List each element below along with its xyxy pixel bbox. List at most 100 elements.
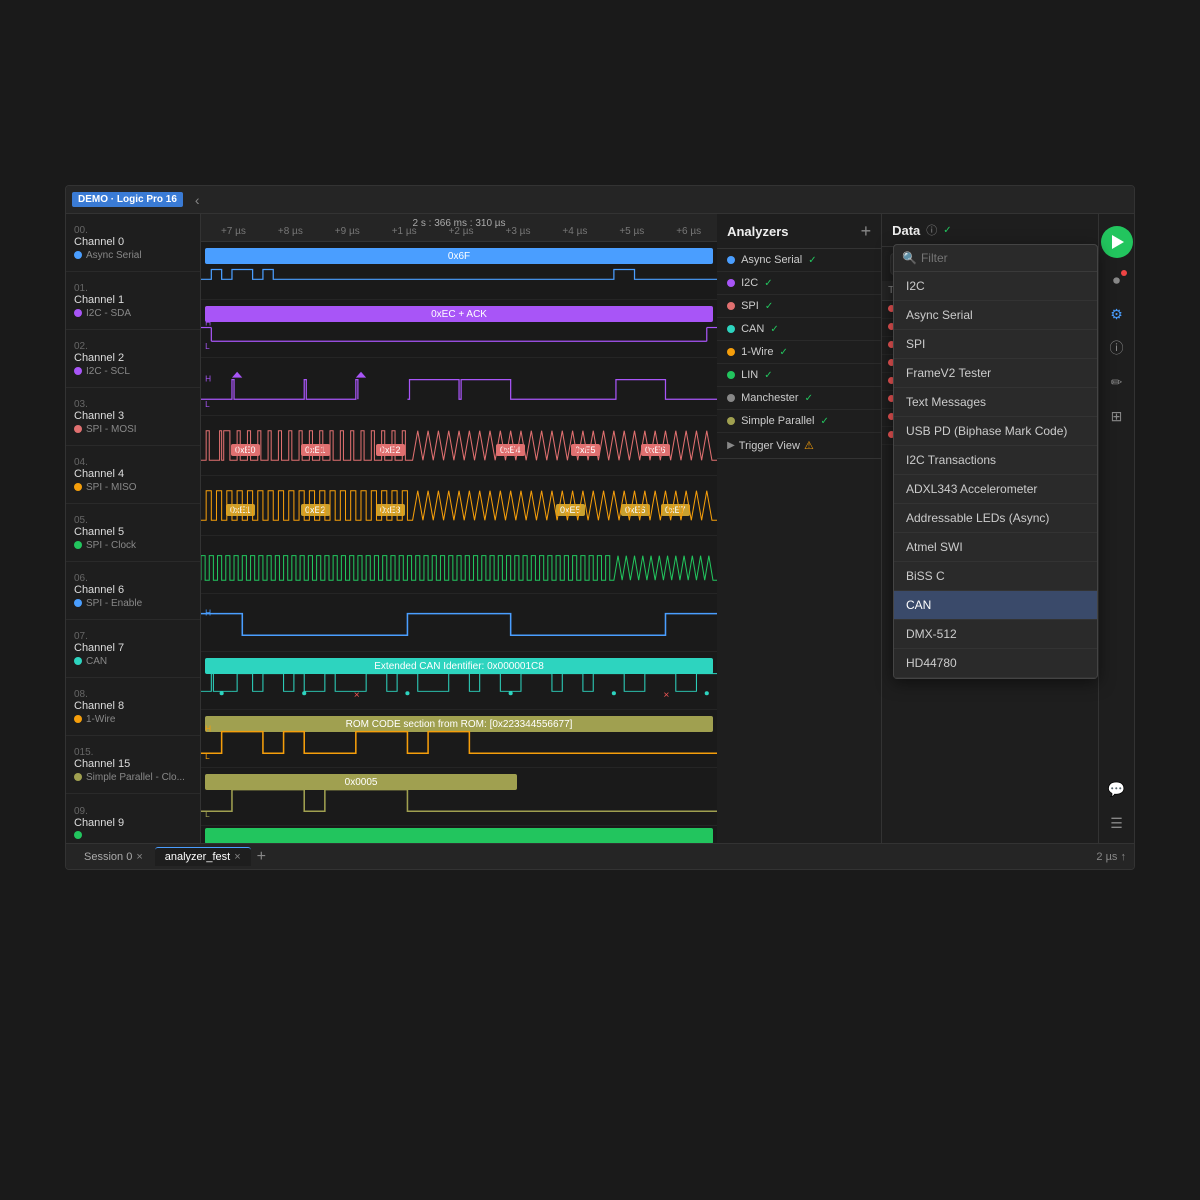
- i2c-check: ✓: [764, 278, 772, 289]
- waveform-row-2: H L: [201, 358, 717, 416]
- trigger-warn-icon: ⚠: [804, 439, 814, 452]
- run-button[interactable]: [1101, 226, 1133, 258]
- channel-4-color-dot: [74, 483, 82, 491]
- data-active-check: ✓: [943, 225, 951, 236]
- channel-list: 00. Channel 0 Async Serial 01. Channel 1…: [66, 214, 201, 843]
- channel-1-color-dot: [74, 309, 82, 317]
- add-tab-button[interactable]: +: [253, 848, 270, 866]
- channel-0-color-dot: [74, 251, 82, 259]
- waveform-row-3: 0xE0 0xE1 0xE2 0xE4 0xE5 0xE6: [201, 416, 717, 476]
- channel-3-color-dot: [74, 425, 82, 433]
- trigger-view[interactable]: ▶ Trigger View ⚠: [717, 433, 881, 459]
- waveform-svg-7: × ×: [201, 652, 717, 709]
- filter-input[interactable]: [921, 251, 1089, 265]
- can-check: ✓: [770, 324, 778, 335]
- analyzer-item-manchester[interactable]: Manchester ✓: [717, 387, 881, 410]
- onewire-check: ✓: [779, 347, 787, 358]
- filter-list-item[interactable]: FrameV2 Tester: [894, 359, 1097, 388]
- waveform-svg-5: [201, 536, 717, 593]
- svg-text:L: L: [205, 342, 210, 351]
- analyzer-item-i2c[interactable]: I2C ✓: [717, 272, 881, 295]
- settings-icon[interactable]: ⚙: [1105, 302, 1129, 326]
- time-ruler: 2 s : 366 ms : 310 µs +7 µs +8 µs +9 µs …: [201, 214, 717, 242]
- analyzer-item-can[interactable]: CAN ✓: [717, 318, 881, 341]
- channel-item-2[interactable]: 02. Channel 2 I2C - SCL: [66, 330, 200, 388]
- filter-list-item[interactable]: I2C: [894, 272, 1097, 301]
- svg-text:×: ×: [663, 690, 669, 701]
- filter-list-item[interactable]: Text Messages: [894, 388, 1097, 417]
- channel-item-5[interactable]: 05. Channel 5 SPI - Clock: [66, 504, 200, 562]
- edit-icon[interactable]: ✏: [1105, 370, 1129, 394]
- tab-session-0[interactable]: Session 0 ×: [74, 848, 153, 866]
- channel-item-9[interactable]: 09. Channel 9: [66, 794, 200, 843]
- filter-list-item[interactable]: BiSS C: [894, 562, 1097, 591]
- filter-list-item[interactable]: HD44780: [894, 649, 1097, 678]
- add-analyzer-button[interactable]: +: [861, 222, 872, 240]
- waveform-row-0: 0x6F: [201, 242, 717, 300]
- svg-text:L: L: [205, 400, 210, 409]
- data-info-icon: ⓘ: [926, 222, 937, 238]
- channel-item-4[interactable]: 04. Channel 4 SPI - MISO: [66, 446, 200, 504]
- channel-item-6[interactable]: 06. Channel 6 SPI - Enable: [66, 562, 200, 620]
- channel-item-1[interactable]: 01. Channel 1 I2C - SDA: [66, 272, 200, 330]
- channel-item-8[interactable]: 08. Channel 8 1-Wire: [66, 678, 200, 736]
- channel-9-color-dot: [74, 831, 82, 839]
- info-icon[interactable]: ⓘ: [1105, 336, 1129, 360]
- filter-list-item[interactable]: Addressable LEDs (Async): [894, 504, 1097, 533]
- waveform-svg-8: H L: [201, 710, 717, 767]
- analyzer-item-async-serial[interactable]: Async Serial ✓: [717, 249, 881, 272]
- expand-arrow-icon: ▶: [727, 440, 735, 451]
- waveform-svg-0: [201, 242, 717, 299]
- async-serial-dot: [727, 256, 735, 264]
- time-ruler-center: 2 s : 366 ms : 310 µs: [413, 218, 506, 229]
- can-dot: [727, 325, 735, 333]
- app-title: DEMO · Logic Pro 16: [72, 192, 183, 207]
- channel-item-0[interactable]: 00. Channel 0 Async Serial: [66, 214, 200, 272]
- svg-text:×: ×: [354, 690, 360, 701]
- channel-item-3[interactable]: 03. Channel 3 SPI - MOSI: [66, 388, 200, 446]
- tab-session-0-close[interactable]: ×: [136, 851, 142, 863]
- channel-5-color-dot: [74, 541, 82, 549]
- tab-analyzer-fest[interactable]: analyzer_fest ×: [155, 847, 251, 866]
- filter-list: I2CAsync SerialSPIFrameV2 TesterText Mes…: [894, 272, 1097, 678]
- analyzer-item-lin[interactable]: LIN ✓: [717, 364, 881, 387]
- filter-list-item[interactable]: DMX-512: [894, 620, 1097, 649]
- channel-item-15[interactable]: 015. Channel 15 Simple Parallel - Clo...: [66, 736, 200, 794]
- menu-icon[interactable]: ☰: [1105, 811, 1129, 835]
- analyzer-item-1wire[interactable]: 1-Wire ✓: [717, 341, 881, 364]
- waveform-svg-1: H L: [201, 300, 717, 357]
- collapse-button[interactable]: ‹: [191, 190, 204, 210]
- waveform-row-4: 0xE1 0xE2 0xE3 0xE5 0xE6 0xE7: [201, 476, 717, 536]
- channel-6-color-dot: [74, 599, 82, 607]
- timeline-area: 2 s : 366 ms : 310 µs +7 µs +8 µs +9 µs …: [201, 214, 717, 843]
- play-icon: [1112, 235, 1124, 249]
- filter-list-item[interactable]: Async Serial: [894, 301, 1097, 330]
- analyzer-item-spi[interactable]: SPI ✓: [717, 295, 881, 318]
- channel-15-color-dot: [74, 773, 82, 781]
- manchester-dot: [727, 394, 735, 402]
- record-button[interactable]: ⏺: [1105, 268, 1129, 292]
- filter-list-item[interactable]: I2C Transactions: [894, 446, 1097, 475]
- waveform-svg-2: H L: [201, 358, 717, 415]
- tab-analyzer-fest-close[interactable]: ×: [234, 851, 240, 863]
- filter-list-item[interactable]: SPI: [894, 330, 1097, 359]
- spi-dot: [727, 302, 735, 310]
- channel-8-color-dot: [74, 715, 82, 723]
- manchester-check: ✓: [805, 393, 813, 404]
- filter-dropdown: 🔍 I2CAsync SerialSPIFrameV2 TesterText M…: [893, 244, 1098, 679]
- waveform-area[interactable]: 0x6F 0xEC + ACK: [201, 242, 717, 843]
- filter-list-item[interactable]: USB PD (Biphase Mark Code): [894, 417, 1097, 446]
- filter-list-item[interactable]: Atmel SWI: [894, 533, 1097, 562]
- svg-text:H: H: [205, 375, 211, 384]
- channel-item-7[interactable]: 07. Channel 7 CAN: [66, 620, 200, 678]
- waveform-row-5: [201, 536, 717, 594]
- filter-input-wrap: 🔍: [894, 245, 1097, 272]
- analyzer-item-simple-parallel[interactable]: Simple Parallel ✓: [717, 410, 881, 433]
- chat-icon[interactable]: 💬: [1105, 777, 1129, 801]
- filter-list-item[interactable]: CAN: [894, 591, 1097, 620]
- i2c-dot: [727, 279, 735, 287]
- filter-list-item[interactable]: ADXL343 Accelerometer: [894, 475, 1097, 504]
- top-bar: DEMO · Logic Pro 16 ‹: [66, 186, 1134, 214]
- spi-check: ✓: [765, 301, 773, 312]
- grid-icon[interactable]: ⊞: [1105, 404, 1129, 428]
